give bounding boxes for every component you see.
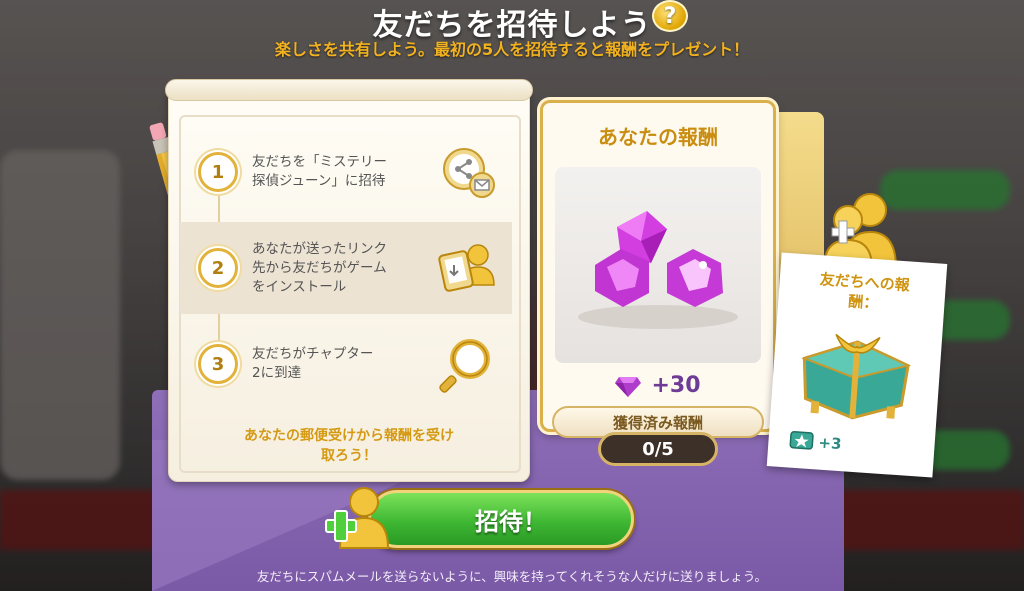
page-subtitle: 楽しさを共有しよう。最初の5人を招待すると報酬をプレゼント！ [274, 40, 750, 59]
spam-disclaimer: 友だちにスパムメールを送らないように、興味を持ってくれそうな人だけに送りましょう… [256, 569, 768, 584]
share-mail-icon [438, 143, 496, 201]
step-text: あなたが送ったリンク 先から友だちがゲーム をインストール [252, 240, 387, 295]
add-friend-icon [325, 487, 390, 549]
gem-reward-image [555, 167, 761, 363]
gem-icon [615, 376, 642, 397]
gift-box-icon [801, 333, 912, 420]
scroll-roll [165, 79, 533, 101]
star-ticket-icon [789, 431, 814, 450]
step-number: 1 [198, 152, 238, 192]
mailbox-hint: あなたの郵便受けから報酬を受け 取ろう！ [244, 428, 454, 464]
phone-user-icon [438, 239, 496, 297]
invite-button-label: 招待！ [475, 507, 547, 536]
your-reward-card: あなたの報酬 +30 [540, 100, 776, 432]
step-number: 2 [198, 248, 238, 288]
question-icon: ? [663, 3, 677, 29]
reward-amount: +30 [543, 373, 773, 398]
invite-progress: 0/5 [598, 432, 718, 466]
step-text: 友だちがチャプター 2に到達 [252, 346, 374, 381]
friend-reward-title: 友だちへの報 酬： [819, 270, 911, 313]
reward-amount-text: +30 [651, 373, 701, 398]
invite-button[interactable]: 招待！ [368, 490, 634, 548]
magnifier-icon [438, 335, 496, 393]
step-2: 2 あなたが送ったリンク 先から友だちがゲーム をインストール [180, 222, 512, 314]
friend-reward-note: 友だちへの報 酬： +3 [766, 252, 948, 478]
step-number: 3 [198, 344, 238, 384]
reward-title: あなたの報酬 [598, 125, 718, 149]
help-button[interactable]: ? [652, 0, 688, 32]
step-text: 友だちを「ミステリー 探偵ジューン」に招待 [252, 154, 387, 189]
step-1: 1 友だちを「ミステリー 探偵ジューン」に招待 [180, 126, 512, 218]
friend-reward-amount: +3 [817, 433, 843, 454]
step-3: 3 友だちがチャプター 2に到達 [180, 318, 512, 410]
